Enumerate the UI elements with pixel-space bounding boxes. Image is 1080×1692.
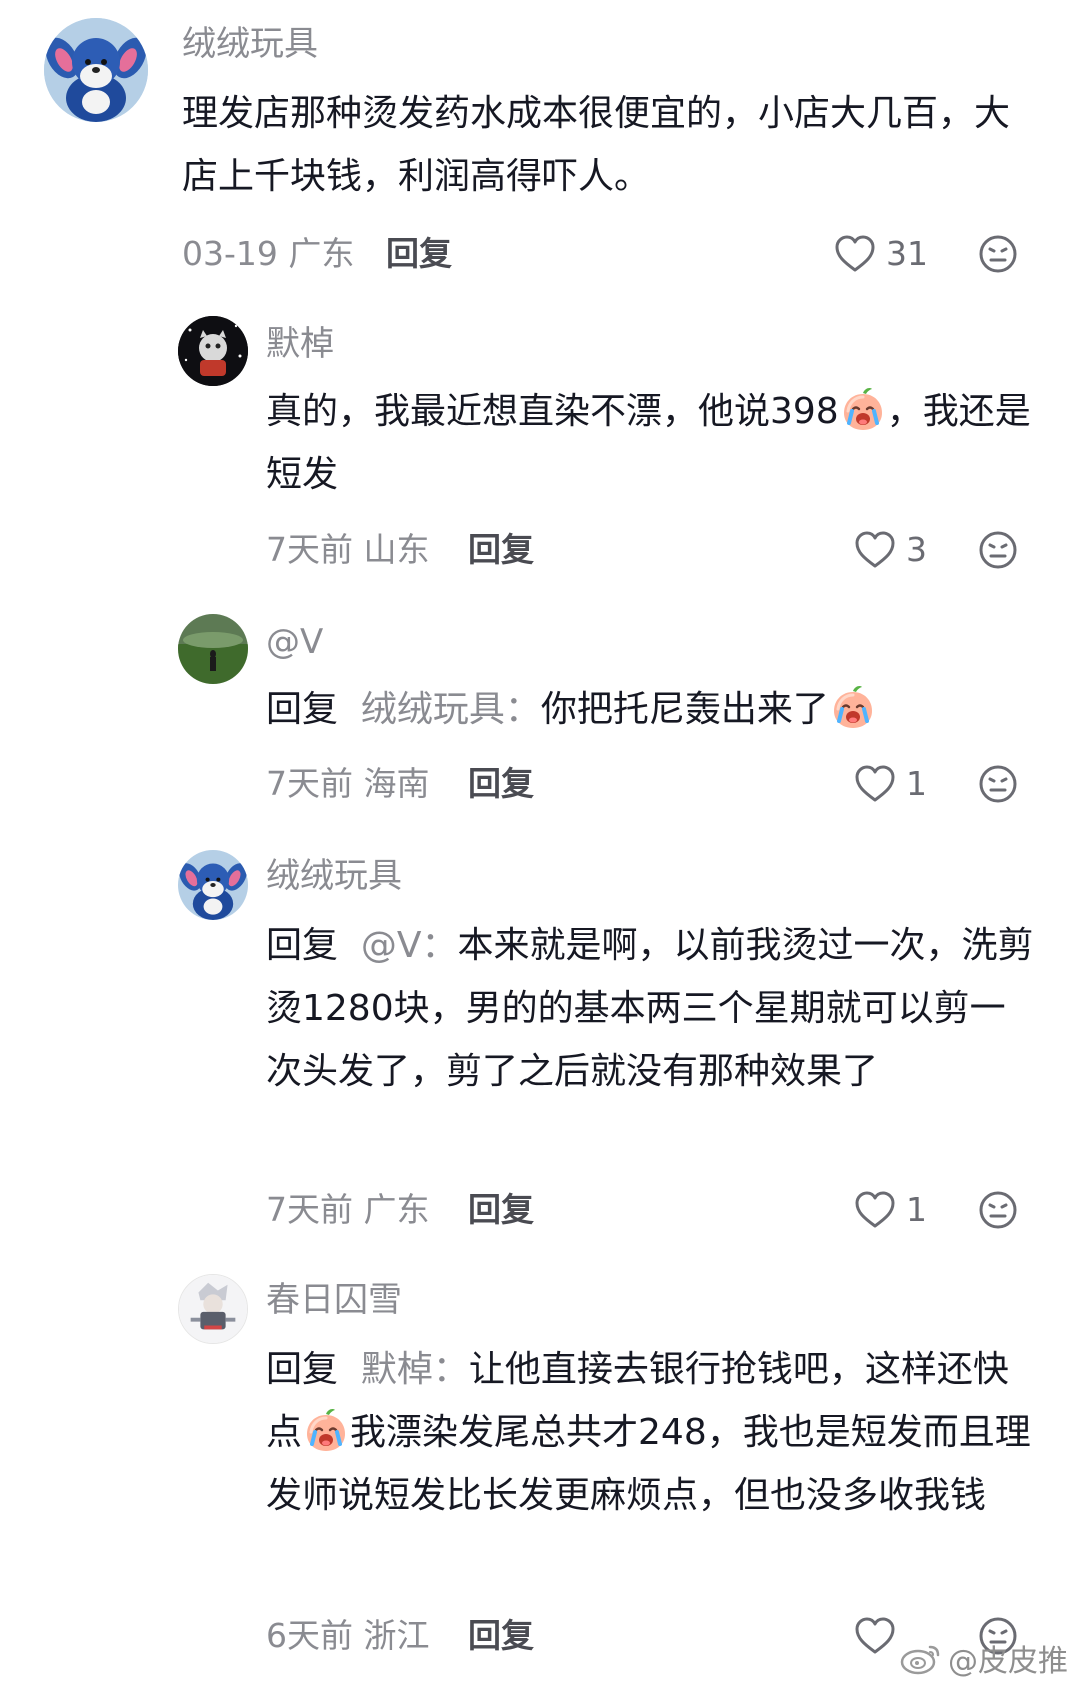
- stitch-plush-avatar-image: [44, 18, 148, 122]
- like-button[interactable]: 3: [854, 528, 927, 572]
- avatar[interactable]: [44, 18, 148, 122]
- comment-text: 真的，我最近想直染不漂，他说398 ，我还是短发: [266, 380, 1040, 506]
- reply-button[interactable]: 回复: [468, 528, 534, 572]
- like-button[interactable]: [854, 1614, 906, 1658]
- timestamp-location: 03-19 广东: [182, 234, 355, 273]
- avatar[interactable]: [178, 850, 248, 920]
- reply-button[interactable]: 回复: [468, 762, 534, 806]
- heart-outline-icon: [854, 1191, 896, 1229]
- dislike-button[interactable]: [978, 530, 1018, 570]
- comment-meta: 7天前 广东 回复 1: [0, 1188, 1080, 1232]
- timestamp-location: 7天前 广东: [266, 1190, 430, 1229]
- reply-prefix: 回复: [266, 689, 339, 730]
- reply-button[interactable]: 回复: [468, 1188, 534, 1232]
- comment-text-part: 我漂染发尾总共才248，我也是短发而且理发师说短发比长发更麻烦点，但也没多收我钱: [266, 1412, 1031, 1516]
- dislike-button[interactable]: [978, 1190, 1018, 1230]
- watermark: @皮皮推: [900, 1636, 1068, 1680]
- crying-peach-emoji: [839, 385, 887, 433]
- avatar[interactable]: [178, 614, 248, 684]
- timestamp-location: 6天前 浙江: [266, 1616, 430, 1655]
- timestamp-location: 7天前 山东: [266, 530, 430, 569]
- field-silhouette-avatar-image: [178, 614, 248, 684]
- weibo-logo-icon: [900, 1645, 940, 1675]
- reply-prefix: 回复: [266, 925, 339, 966]
- comment-text-part: 真的，我最近想直染不漂，他说398: [266, 391, 839, 432]
- avatar[interactable]: [178, 316, 248, 386]
- anime-character-avatar-image: [179, 1275, 247, 1343]
- like-count: 1: [906, 1190, 927, 1229]
- reply-prefix: 回复: [266, 1349, 339, 1390]
- reply-target[interactable]: @V：: [361, 925, 458, 966]
- username[interactable]: 绒绒玩具: [182, 24, 318, 64]
- heart-outline-icon: [854, 765, 896, 803]
- neutral-face-icon: [978, 530, 1018, 570]
- comment-meta: 7天前 山东 回复 3: [0, 528, 1080, 572]
- neutral-face-icon: [978, 1190, 1018, 1230]
- like-button[interactable]: 31: [834, 232, 928, 276]
- neutral-face-icon: [978, 234, 1018, 274]
- comment-text-part: 你把托尼轰出来了: [540, 689, 829, 730]
- like-count: 1: [906, 764, 927, 803]
- username[interactable]: @V: [266, 622, 323, 662]
- stitch-plush-avatar-image: [178, 850, 248, 920]
- dislike-button[interactable]: [978, 234, 1018, 274]
- comment-text: 回复 默棹：让他直接去银行抢钱吧，这样还快点 我漂染发尾总共才248，我也是短发而…: [266, 1338, 1040, 1527]
- reply-target[interactable]: 绒绒玩具：: [361, 689, 541, 730]
- comment-text: 回复 @V：本来就是啊，以前我烫过一次，洗剪烫1280块，男的的基本两三个星期就…: [266, 914, 1040, 1103]
- crying-peach-emoji: [302, 1406, 350, 1454]
- comment-text: 回复 绒绒玩具：你把托尼轰出来了: [266, 678, 1040, 741]
- comment-meta: 7天前 海南 回复 1: [0, 762, 1080, 806]
- heart-outline-icon: [854, 531, 896, 569]
- reply-button[interactable]: 回复: [468, 1614, 534, 1658]
- avatar[interactable]: [178, 1274, 248, 1344]
- heart-outline-icon: [854, 1617, 896, 1655]
- timestamp-location: 7天前 海南: [266, 764, 430, 803]
- like-button[interactable]: 1: [854, 1188, 927, 1232]
- reply-target[interactable]: 默棹：: [361, 1349, 469, 1390]
- cat-avatar-image: [178, 316, 248, 386]
- username[interactable]: 默棹: [266, 324, 334, 364]
- crying-peach-emoji: [829, 683, 877, 731]
- username[interactable]: 绒绒玩具: [266, 856, 402, 896]
- username[interactable]: 春日囚雪: [266, 1280, 402, 1320]
- reply-button[interactable]: 回复: [386, 232, 452, 276]
- comment-text: 理发店那种烫发药水成本很便宜的，小店大几百，大店上千块钱，利润高得吓人。: [182, 93, 1011, 197]
- dislike-button[interactable]: [978, 764, 1018, 804]
- watermark-text: @皮皮推: [948, 1644, 1068, 1679]
- heart-outline-icon: [834, 235, 876, 273]
- like-count: 3: [906, 530, 927, 569]
- like-count: 31: [886, 234, 928, 273]
- comment-meta: 03-19 广东 回复 31: [0, 232, 1080, 276]
- neutral-face-icon: [978, 764, 1018, 804]
- like-button[interactable]: 1: [854, 762, 927, 806]
